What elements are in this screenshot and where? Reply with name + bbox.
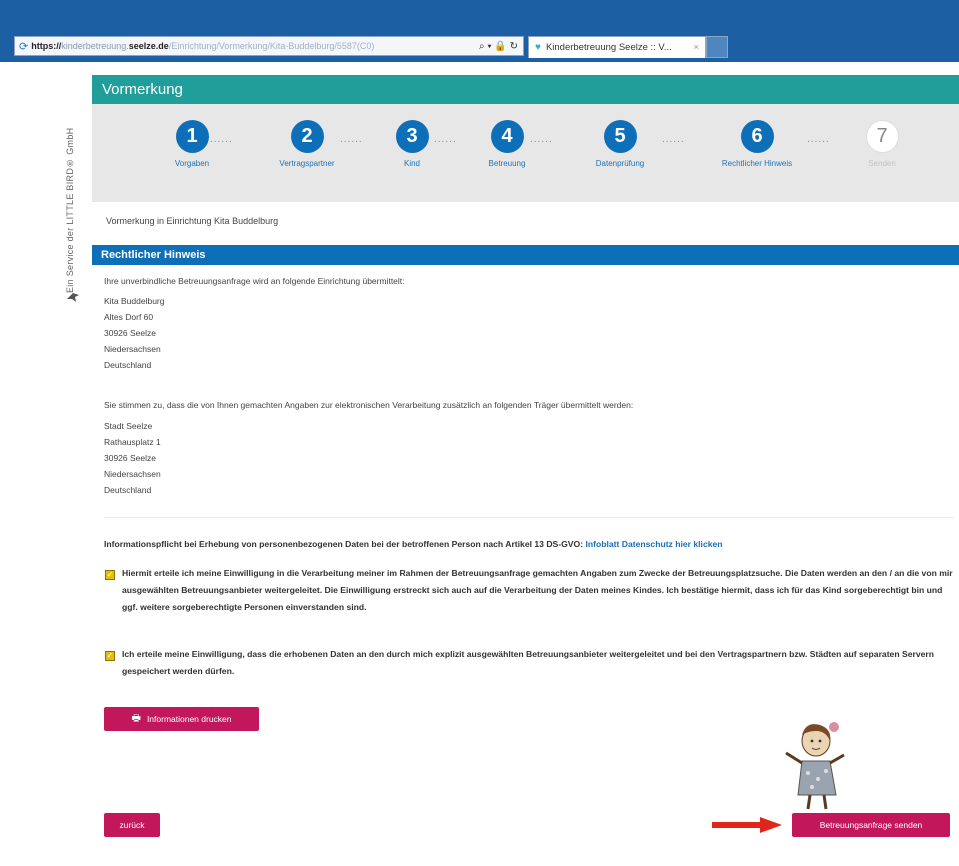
section-title: Rechtlicher Hinweis	[92, 245, 959, 265]
step-number: 3	[395, 120, 429, 153]
address-line: Stadt Seelze	[104, 421, 153, 431]
send-request-button[interactable]: Betreuungsanfrage senden	[792, 813, 950, 837]
step-label: Betreuung	[488, 159, 526, 168]
info-obligation: Informationspflicht bei Erhebung von per…	[104, 539, 723, 549]
address-line: 30926 Seelze	[104, 453, 156, 463]
mascot-illustration	[772, 717, 852, 813]
page-title: Vormerkung	[92, 75, 959, 104]
tab-title: Kinderbetreuung Seelze :: V...	[545, 42, 672, 53]
main-panel: Vormerkung 1 Vorgaben 2 Vertragspartner 3 Kin…	[92, 75, 959, 866]
printer-icon: 🖶	[131, 712, 141, 724]
back-button[interactable]: zurück	[104, 813, 160, 837]
facility-address: Kita Buddelburg Altes Dorf 60 30926 Seel…	[104, 293, 165, 373]
step-number: 5	[603, 120, 637, 153]
step-separator: ......	[530, 134, 553, 145]
service-vertical-text: Ein Service der LITTLE BIRD® GmbH	[65, 127, 75, 293]
address-line: Deutschland	[104, 360, 152, 370]
consent-checkbox-2-label: Ich erteile meine Einwilligung, dass die…	[122, 649, 934, 676]
consent-checkbox-1[interactable]: ✓	[105, 570, 115, 580]
address-line: Rathausplatz 1	[104, 437, 161, 447]
step-separator: ......	[434, 134, 457, 145]
print-info-button[interactable]: 🖶 Informationen drucken	[104, 707, 259, 731]
address-tools[interactable]: ⌕ ▾ 🔒 ↻	[474, 41, 523, 52]
consent-checkbox-2[interactable]: ✓	[105, 651, 115, 661]
step-number: 2	[290, 120, 324, 153]
step-label: Datenprüfung	[595, 159, 645, 168]
facility-notice: Vormerkung in Einrichtung Kita Buddelbur…	[106, 216, 279, 226]
address-line: Kita Buddelburg	[104, 296, 165, 306]
address-line: Niedersachsen	[104, 344, 161, 354]
url-host: kinderbetreuung.	[61, 41, 129, 51]
step-number: 4	[490, 120, 524, 153]
step-7: 7 Senden	[832, 120, 932, 168]
info-text: Informationspflicht bei Erhebung von per…	[104, 539, 584, 549]
step-label: Kind	[403, 159, 420, 168]
carrier-address: Stadt Seelze Rathausplatz 1 30926 Seelze…	[104, 418, 161, 498]
red-arrow	[712, 817, 782, 833]
browser-tab[interactable]: ♥ Kinderbetreuung Seelze :: V... ×	[528, 36, 706, 58]
step-number: 6	[740, 120, 774, 153]
address-bar[interactable]: ⟳ https:// kinderbetreuung. seelze.de /E…	[14, 36, 524, 56]
step-label: Senden	[868, 159, 896, 168]
divider	[104, 517, 954, 518]
address-line: 30926 Seelze	[104, 328, 156, 338]
step-number: 7	[865, 120, 899, 153]
url-domain: seelze.de	[128, 41, 169, 51]
bird-icon	[66, 290, 80, 304]
step-separator: ......	[807, 134, 830, 145]
new-tab-button[interactable]	[706, 36, 728, 58]
url-path: /Einrichtung/Vormerkung/Kita-Buddelburg/…	[168, 41, 375, 51]
consent-checkbox-1-label: Hiermit erteile ich meine Einwilligung i…	[122, 568, 953, 612]
heart-icon: ♥	[535, 42, 541, 53]
step-indicator: 1 Vorgaben 2 Vertragspartner 3 Kind 4 Betreuung…	[92, 104, 959, 202]
privacy-info-link[interactable]: Infoblatt Datenschutz hier klicken	[585, 539, 722, 549]
step-label: Vorgaben	[174, 159, 210, 168]
step-separator: ......	[210, 134, 233, 145]
close-icon[interactable]: ×	[693, 42, 699, 53]
reload-icon[interactable]: ⟳	[19, 40, 28, 53]
step-6: 6 Rechtlicher Hinweis	[707, 120, 807, 168]
address-line: Deutschland	[104, 485, 152, 495]
url-protocol: https://	[31, 41, 62, 51]
address-line: Altes Dorf 60	[104, 312, 154, 322]
consent-text: Sie stimmen zu, dass die von Ihnen gemac…	[104, 400, 634, 410]
step-label: Rechtlicher Hinweis	[721, 159, 793, 168]
print-button-label: Informationen drucken	[146, 714, 232, 724]
step-number: 1	[175, 120, 209, 153]
address-line: Niedersachsen	[104, 469, 161, 479]
step-label: Vertragspartner	[279, 159, 335, 168]
step-separator: ......	[340, 134, 363, 145]
step-5: 5 Datenprüfung	[570, 120, 670, 168]
intro-text: Ihre unverbindliche Betreuungsanfrage wi…	[104, 276, 405, 286]
step-separator: ......	[662, 134, 685, 145]
